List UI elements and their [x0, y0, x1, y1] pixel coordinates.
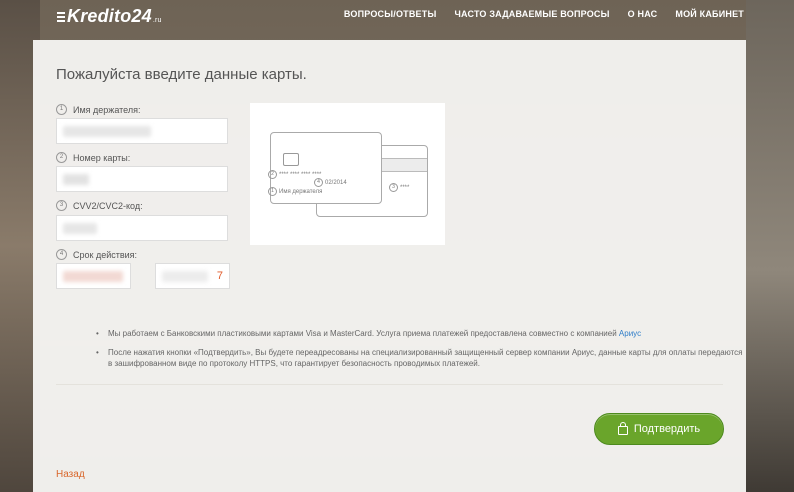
chip-icon: [283, 153, 299, 166]
field-label-cvv: 3 CVV2/CVC2-код:: [56, 200, 143, 211]
holder-name-input[interactable]: [56, 118, 228, 144]
card-expiry-hint: 4 02/2014: [314, 178, 347, 187]
back-link[interactable]: Назад: [56, 469, 85, 480]
logo-text: Kredito24: [67, 6, 152, 26]
card-number-input[interactable]: [56, 166, 228, 192]
label-text: Имя держателя:: [73, 104, 141, 115]
note-redirect: После нажатия кнопки «Подтвердить», Вы б…: [96, 347, 746, 369]
divider: [56, 384, 723, 385]
logo-domain: .ru: [152, 17, 162, 24]
info-notes: Мы работаем с Банковскими пластиковыми к…: [56, 328, 746, 377]
label-text: Номер карты:: [73, 152, 131, 163]
step-number-icon: 1: [56, 104, 67, 115]
step-number-icon: 4: [56, 249, 67, 260]
logo-lines-icon: [57, 10, 65, 24]
logo[interactable]: Kredito24.ru: [57, 6, 162, 27]
card-holder-hint: 1 Имя держателя: [268, 187, 322, 196]
nav-about[interactable]: О НАС: [628, 9, 658, 19]
nav-frequent-questions[interactable]: ЧАСТО ЗАДАВАЕМЫЕ ВОПРОСЫ: [454, 9, 609, 19]
card-front-shape: 2 **** **** **** **** 4 02/2014 1 Имя держа…: [268, 132, 382, 204]
card-form-panel: Пожалуйста введите данные карты. 1 Имя д…: [33, 40, 746, 492]
blurred-value: [162, 271, 208, 282]
step-number-icon: 2: [56, 152, 67, 163]
top-bar: Kredito24.ru ВОПРОСЫ/ОТВЕТЫ ЧАСТО ЗАДАВА…: [0, 0, 794, 36]
field-label-number: 2 Номер карты:: [56, 152, 130, 163]
confirm-button[interactable]: Подтвердить: [594, 413, 724, 445]
blurred-value: [63, 223, 97, 234]
arius-link[interactable]: Ариус: [619, 329, 641, 338]
label-text: CVV2/CVC2-код:: [73, 200, 143, 211]
page-title: Пожалуйста введите данные карты.: [56, 66, 307, 83]
blurred-value: [63, 174, 89, 185]
note-visa-mastercard: Мы работаем с Банковскими пластиковыми к…: [96, 328, 746, 339]
step-number-icon: 3: [56, 200, 67, 211]
card-illustration: 3 **** 2 **** **** **** **** 4 02/2014 1 Имя…: [250, 103, 445, 245]
main-nav: ВОПРОСЫ/ОТВЕТЫ ЧАСТО ЗАДАВАЕМЫЕ ВОПРОСЫ …: [344, 9, 744, 19]
label-text: Срок действия:: [73, 249, 138, 260]
background-right: [746, 0, 794, 492]
expiry-month-select[interactable]: [56, 263, 131, 289]
field-label-expiry: 4 Срок действия:: [56, 249, 137, 260]
cvv-input[interactable]: [56, 215, 228, 241]
nav-my-account[interactable]: МОЙ КАБИНЕТ: [675, 9, 744, 19]
nav-faq-answers[interactable]: ВОПРОСЫ/ОТВЕТЫ: [344, 9, 437, 19]
confirm-label: Подтвердить: [633, 423, 701, 435]
lock-icon: [617, 422, 628, 435]
expiry-year-value: 7: [216, 270, 223, 282]
field-label-holder: 1 Имя держателя:: [56, 104, 140, 115]
card-cvv-hint: 3 ****: [389, 183, 409, 192]
blurred-value: [63, 271, 123, 282]
expiry-year-select[interactable]: 7: [155, 263, 230, 289]
blurred-value: [63, 126, 151, 137]
